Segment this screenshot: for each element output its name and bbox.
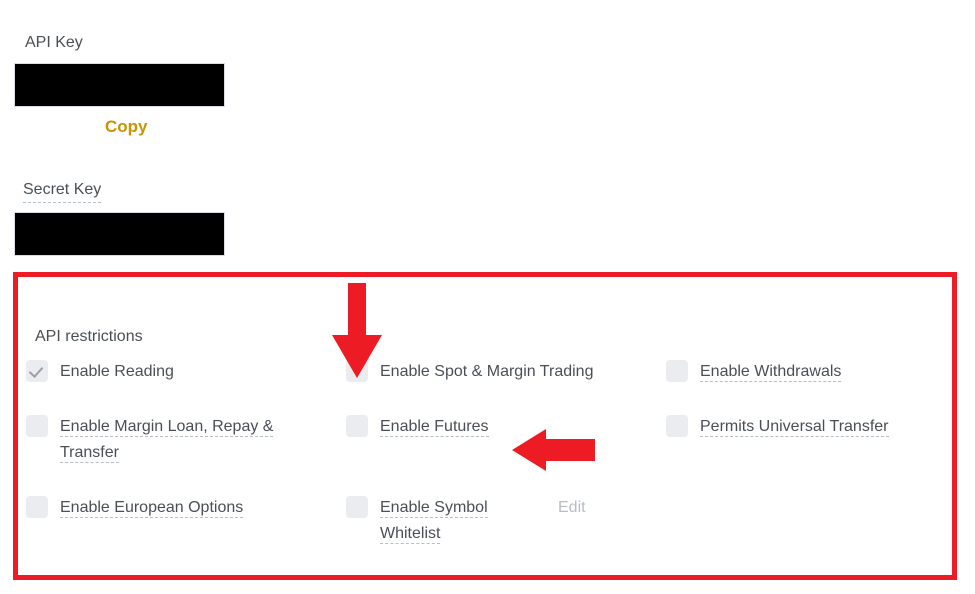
checkbox-unchecked-icon[interactable] [26,415,48,437]
permission-enable-spot-margin-trading[interactable]: Enable Spot & Margin Trading [346,359,660,385]
checkbox-checked-icon[interactable] [26,360,48,382]
permission-enable-reading[interactable]: Enable Reading [26,359,340,385]
permission-column: Enable European Options [26,495,346,576]
permission-label: Enable Reading [60,363,174,380]
permission-column: Enable Symbol Whitelist Edit [346,495,666,576]
permission-row: Enable Margin Loan, Repay & Transfer Ena… [26,414,946,495]
checkbox-unchecked-icon[interactable] [346,415,368,437]
permission-column: Enable Withdrawals [666,359,946,414]
permission-column [666,495,946,576]
permission-column: Permits Universal Transfer [666,414,946,495]
checkbox-unchecked-icon[interactable] [26,496,48,518]
permission-label: Enable Futures [380,418,489,437]
checkbox-unchecked-icon[interactable] [666,360,688,382]
checkbox-unchecked-icon[interactable] [666,415,688,437]
permission-column: Enable Reading [26,359,346,414]
permission-row: Enable Reading Enable Spot & Margin Trad… [26,359,946,414]
secret-key-masked-value [14,212,225,256]
permission-column: Enable Margin Loan, Repay & Transfer [26,414,346,495]
permission-permits-universal-transfer[interactable]: Permits Universal Transfer [666,414,940,440]
permission-enable-european-options[interactable]: Enable European Options [26,495,340,521]
permission-label: Enable Withdrawals [700,363,842,382]
permission-column: Enable Futures [346,414,666,495]
api-credentials-section: API Key Copy Secret Key [0,0,975,274]
permission-enable-symbol-whitelist[interactable]: Enable Symbol Whitelist Edit [346,495,660,547]
api-restrictions-grid: Enable Reading Enable Spot & Margin Trad… [26,359,946,576]
permission-label: Enable Spot & Margin Trading [380,363,594,380]
api-key-label: API Key [25,34,83,51]
api-restrictions-highlight-box: API restrictions Enable Reading Enable S… [13,272,957,580]
permission-row: Enable European Options Enable Symbol Wh… [26,495,946,576]
permission-label: Enable Margin Loan, Repay & Transfer [60,418,274,463]
permission-label: Enable Symbol Whitelist [380,499,488,544]
permission-column: Enable Spot & Margin Trading [346,359,666,414]
permission-enable-margin-loan-repay-transfer[interactable]: Enable Margin Loan, Repay & Transfer [26,414,340,466]
api-key-masked-value [14,63,225,107]
edit-symbol-whitelist-button[interactable]: Edit [558,495,586,521]
api-restrictions-title: API restrictions [35,328,143,345]
checkbox-unchecked-icon[interactable] [346,496,368,518]
secret-key-label: Secret Key [23,180,102,203]
permission-enable-futures[interactable]: Enable Futures [346,414,660,440]
permission-label: Enable European Options [60,499,244,518]
permission-enable-withdrawals[interactable]: Enable Withdrawals [666,359,940,385]
permission-label: Permits Universal Transfer [700,418,889,437]
checkbox-unchecked-icon[interactable] [346,360,368,382]
copy-api-key-button[interactable]: Copy [105,117,148,137]
